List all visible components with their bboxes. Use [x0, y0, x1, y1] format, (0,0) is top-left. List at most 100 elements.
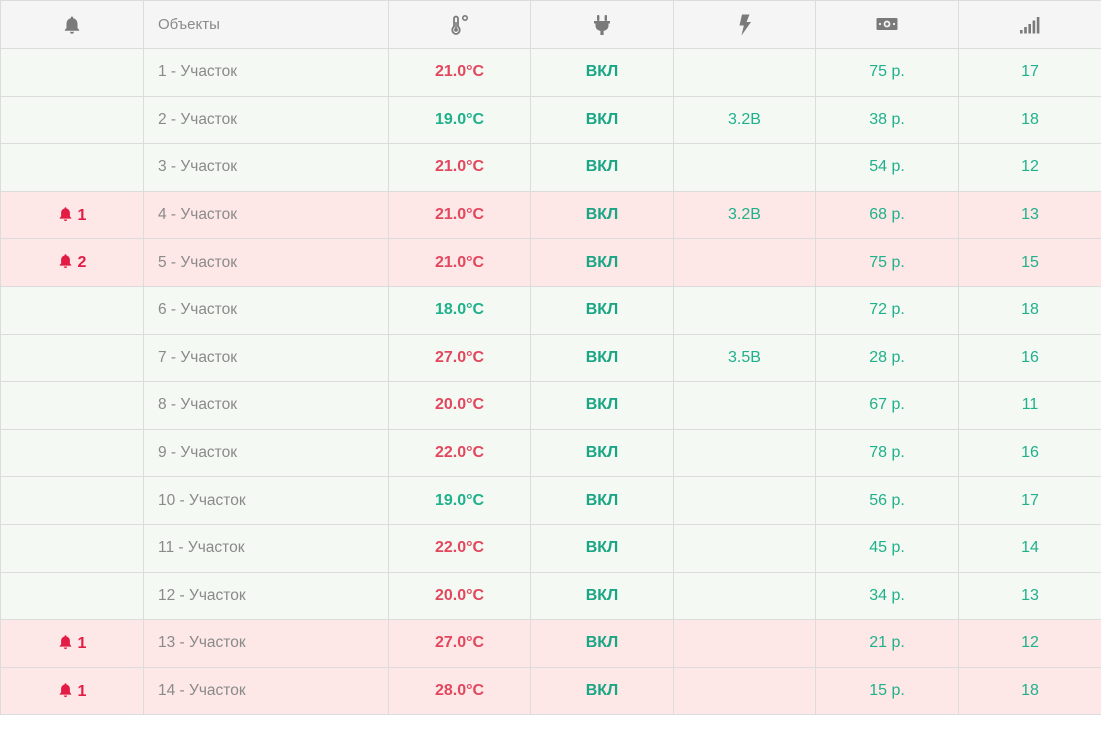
signal-value: 18	[958, 285, 1101, 335]
object-name[interactable]: 11 - Участок	[143, 523, 389, 573]
voltage-value	[673, 666, 816, 716]
bell-icon	[59, 682, 71, 697]
bell-icon	[59, 254, 71, 269]
temperature-value: 18.0°C	[388, 285, 531, 335]
object-name[interactable]: 14 - Участок	[143, 666, 389, 716]
table-row[interactable]: 12 - Участок 20.0°C ВКЛ 34 р. 13	[0, 571, 1101, 621]
power-status: ВКЛ	[530, 238, 674, 287]
alarm-count: 2	[77, 254, 87, 272]
object-name[interactable]: 13 - Участок	[143, 619, 389, 668]
signal-value: 13	[958, 190, 1101, 240]
voltage-value	[673, 48, 816, 97]
table-row[interactable]: 9 - Участок 22.0°C ВКЛ 78 р. 16	[0, 428, 1101, 478]
balance-column-header[interactable]	[815, 0, 959, 49]
voltage-column-header[interactable]	[673, 0, 816, 49]
voltage-value	[673, 619, 816, 668]
table-row[interactable]: 8 - Участок 20.0°C ВКЛ 67 р. 11	[0, 381, 1101, 430]
signal-bars-icon	[1020, 16, 1040, 33]
temperature-value: 19.0°C	[388, 476, 531, 525]
voltage-value: 3.2В	[673, 95, 816, 145]
signal-value: 14	[958, 523, 1101, 573]
table-row[interactable]: 1 - Участок 21.0°C ВКЛ 75 р. 17	[0, 48, 1101, 97]
object-name[interactable]: 9 - Участок	[143, 428, 389, 478]
signal-value: 12	[958, 143, 1101, 192]
alarm-cell	[0, 523, 144, 573]
object-name[interactable]: 1 - Участок	[143, 48, 389, 97]
table-row[interactable]: 3 - Участок 21.0°C ВКЛ 54 р. 12	[0, 143, 1101, 192]
object-name[interactable]: 5 - Участок	[143, 238, 389, 287]
object-name[interactable]: 3 - Участок	[143, 143, 389, 192]
balance-value: 68 р.	[815, 190, 959, 240]
table-row[interactable]: 7 - Участок 27.0°C ВКЛ 3.5В 28 р. 16	[0, 333, 1101, 383]
table-body: 1 - Участок 21.0°C ВКЛ 75 р. 17 2 - Участок 19…	[0, 48, 1101, 716]
alarm-count: 1	[77, 206, 87, 224]
signal-column-header[interactable]	[958, 0, 1101, 49]
signal-value: 15	[958, 238, 1101, 287]
balance-value: 15 р.	[815, 666, 959, 716]
alarms-column-header[interactable]	[0, 0, 144, 49]
object-name[interactable]: 4 - Участок	[143, 190, 389, 240]
balance-value: 21 р.	[815, 619, 959, 668]
voltage-value	[673, 476, 816, 525]
table-row[interactable]: 1 13 - Участок 27.0°C ВКЛ 21 р. 12	[0, 619, 1101, 668]
objects-table: Объекты 1 - Участок 21.0°C ВКЛ 75 р. 17 …	[0, 0, 1101, 716]
bell-icon	[59, 635, 71, 649]
balance-value: 56 р.	[815, 476, 959, 525]
power-status: ВКЛ	[530, 571, 674, 621]
thermometer-icon	[450, 14, 468, 35]
temperature-value: 28.0°C	[388, 666, 531, 716]
alarm-cell	[0, 285, 144, 335]
object-name[interactable]: 6 - Участок	[143, 285, 389, 335]
voltage-value	[673, 381, 816, 430]
signal-value: 16	[958, 333, 1101, 383]
power-status: ВКЛ	[530, 381, 674, 430]
temperature-value: 20.0°C	[388, 571, 531, 621]
balance-value: 72 р.	[815, 285, 959, 335]
alarm-cell[interactable]: 2	[0, 238, 144, 287]
table-row[interactable]: 2 - Участок 19.0°C ВКЛ 3.2В 38 р. 18	[0, 95, 1101, 145]
objects-column-header[interactable]: Объекты	[143, 0, 389, 49]
signal-value: 18	[958, 95, 1101, 145]
plug-icon	[594, 14, 610, 35]
table-row[interactable]: 1 4 - Участок 21.0°C ВКЛ 3.2В 68 р. 13	[0, 190, 1101, 240]
power-status: ВКЛ	[530, 619, 674, 668]
power-column-header[interactable]	[530, 0, 674, 49]
power-status: ВКЛ	[530, 476, 674, 525]
table-row[interactable]: 6 - Участок 18.0°C ВКЛ 72 р. 18	[0, 285, 1101, 335]
temperature-value: 21.0°C	[388, 48, 531, 97]
alarm-cell[interactable]: 1	[0, 619, 144, 668]
table-row[interactable]: 2 5 - Участок 21.0°C ВКЛ 75 р. 15	[0, 238, 1101, 287]
alarm-cell[interactable]: 1	[0, 190, 144, 240]
object-name[interactable]: 12 - Участок	[143, 571, 389, 621]
temperature-value: 20.0°C	[388, 381, 531, 430]
table-row[interactable]: 11 - Участок 22.0°C ВКЛ 45 р. 14	[0, 523, 1101, 573]
object-name[interactable]: 10 - Участок	[143, 476, 389, 525]
voltage-value	[673, 523, 816, 573]
power-status: ВКЛ	[530, 285, 674, 335]
balance-value: 54 р.	[815, 143, 959, 192]
signal-value: 11	[958, 381, 1101, 430]
bell-icon	[59, 206, 71, 221]
voltage-value	[673, 238, 816, 287]
temperature-value: 27.0°C	[388, 333, 531, 383]
balance-value: 38 р.	[815, 95, 959, 145]
signal-value: 13	[958, 571, 1101, 621]
balance-value: 75 р.	[815, 238, 959, 287]
money-icon	[876, 18, 898, 31]
power-status: ВКЛ	[530, 95, 674, 145]
object-name[interactable]: 8 - Участок	[143, 381, 389, 430]
temperature-value: 22.0°C	[388, 523, 531, 573]
alarm-count: 1	[77, 634, 87, 652]
power-status: ВКЛ	[530, 143, 674, 192]
temperature-value: 21.0°C	[388, 143, 531, 192]
alarm-cell	[0, 476, 144, 525]
table-row[interactable]: 1 14 - Участок 28.0°C ВКЛ 15 р. 18	[0, 666, 1101, 716]
alarm-cell[interactable]: 1	[0, 666, 144, 716]
object-name[interactable]: 2 - Участок	[143, 95, 389, 145]
table-row[interactable]: 10 - Участок 19.0°C ВКЛ 56 р. 17	[0, 476, 1101, 525]
alarm-cell	[0, 381, 144, 430]
power-status: ВКЛ	[530, 428, 674, 478]
object-name[interactable]: 7 - Участок	[143, 333, 389, 383]
temperature-value: 21.0°C	[388, 190, 531, 240]
temperature-column-header[interactable]	[388, 0, 531, 49]
